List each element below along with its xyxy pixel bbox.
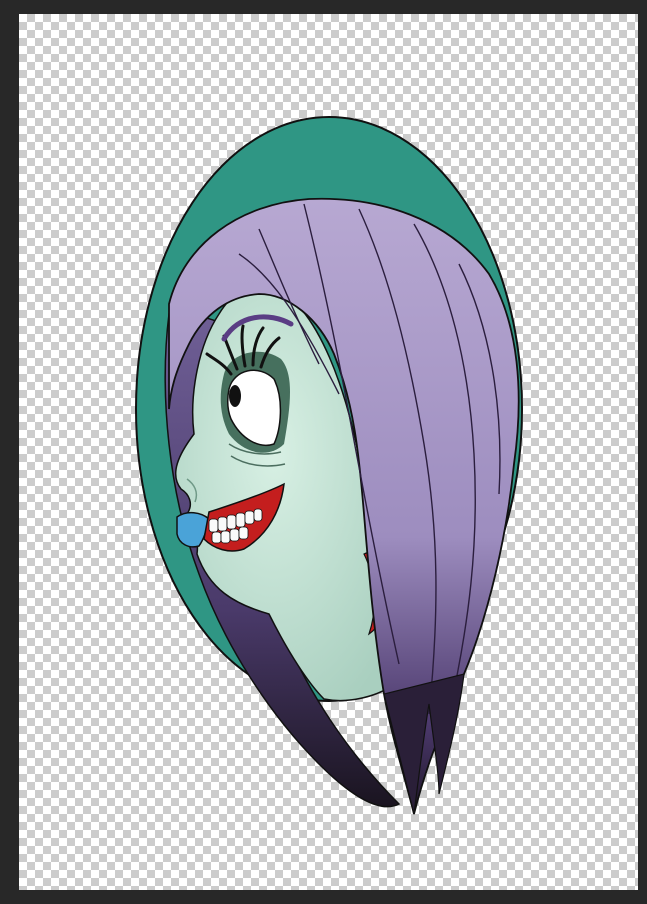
image-editor-workspace	[0, 0, 647, 904]
zombie-girl-illustration	[135, 116, 523, 815]
pupil	[229, 385, 241, 407]
document-canvas[interactable]	[19, 14, 638, 890]
